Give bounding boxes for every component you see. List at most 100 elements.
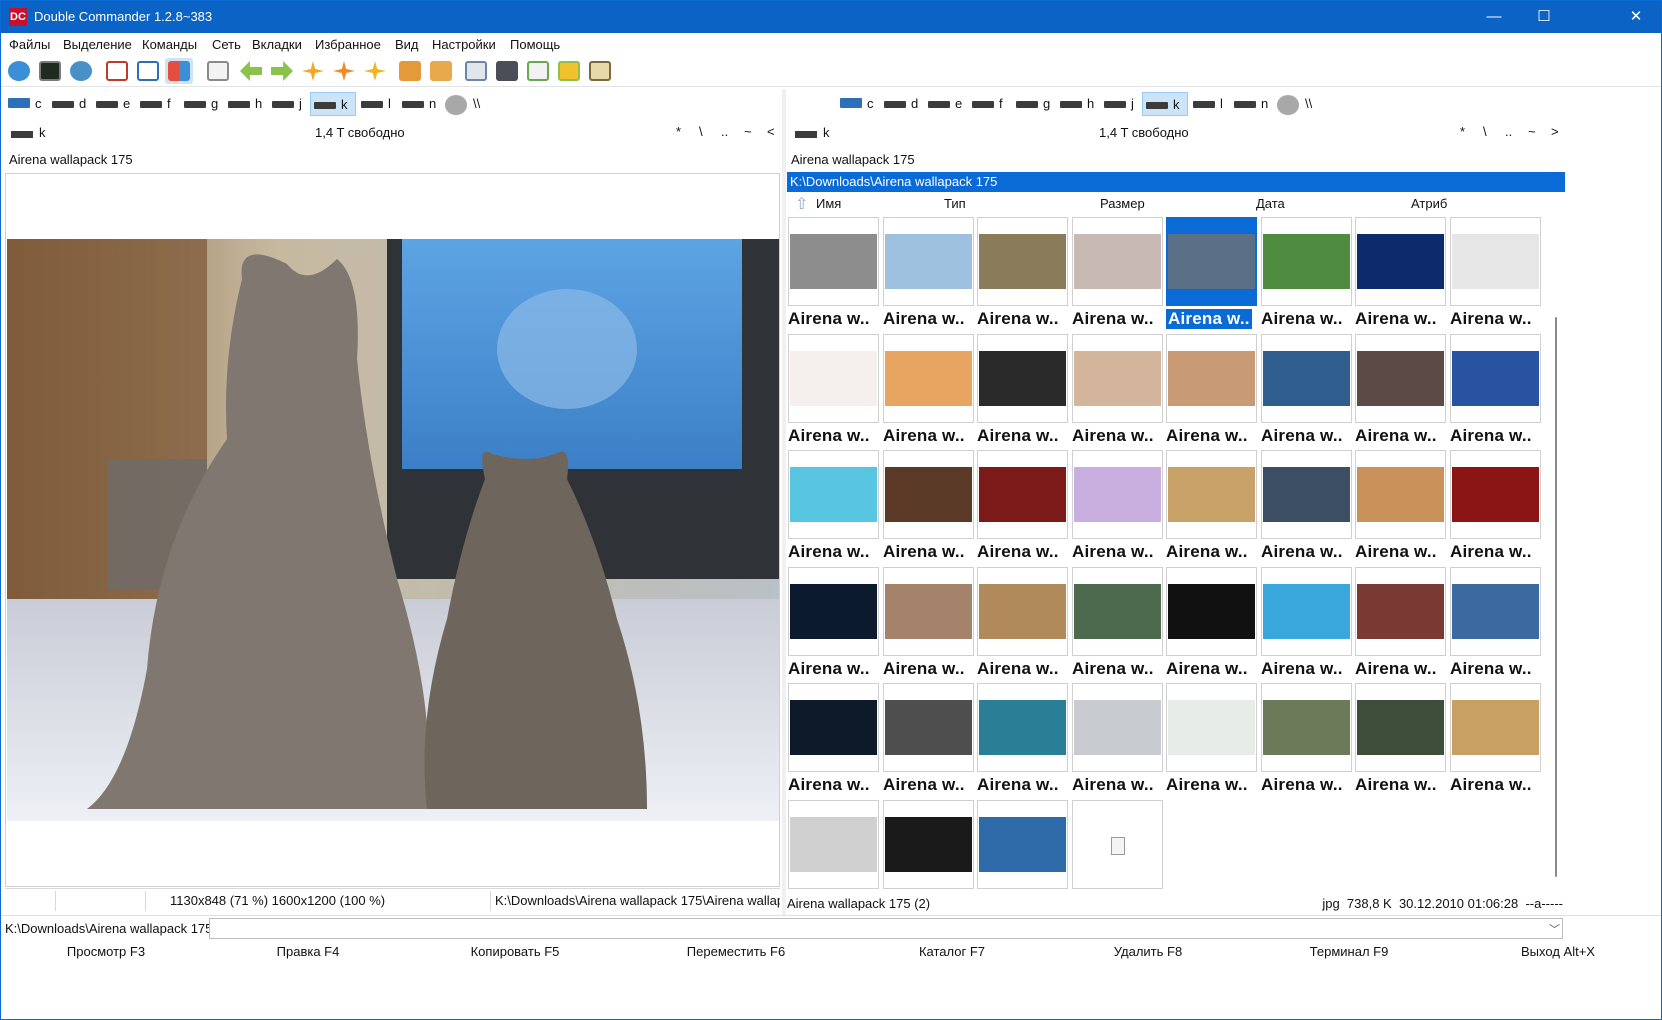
file-thumbnail-item[interactable]: Airena w.. xyxy=(1260,567,1353,683)
file-thumbnail-item[interactable]: Airena w.. xyxy=(882,217,975,333)
mkdir-f7-button[interactable]: Каталог F7 xyxy=(852,944,1052,959)
new-folder-icon[interactable] xyxy=(361,58,389,84)
nav-home-button[interactable]: ~ xyxy=(1528,124,1536,139)
nav-up-button[interactable]: .. xyxy=(721,124,728,139)
refresh-icon[interactable] xyxy=(5,58,33,84)
drive-j[interactable]: j xyxy=(1101,92,1141,116)
current-drive-label[interactable]: k xyxy=(39,125,46,140)
search-icon[interactable] xyxy=(493,58,521,84)
drive-e[interactable]: e xyxy=(93,92,133,116)
view-f3-button[interactable]: Просмотр F3 xyxy=(6,944,206,959)
nav-equal-button[interactable]: < xyxy=(767,124,775,139)
file-thumbnail-item[interactable]: Airena w.. xyxy=(882,450,975,566)
close-button[interactable]: ✕ xyxy=(1611,1,1661,33)
file-thumbnail-item[interactable]: Airena w.. xyxy=(976,450,1069,566)
column-name[interactable]: Имя xyxy=(816,196,841,211)
drive-k[interactable]: k xyxy=(310,92,356,116)
delete-f8-button[interactable]: Удалить F8 xyxy=(1048,944,1248,959)
drive-h[interactable]: h xyxy=(225,92,265,116)
file-thumbnail-item[interactable]: Airena w.. xyxy=(1354,567,1447,683)
file-thumbnail-item[interactable]: Airena w.. xyxy=(1165,334,1258,450)
file-thumbnail-item[interactable]: Airena w.. xyxy=(976,334,1069,450)
right-tab[interactable]: Airena wallapack 175 xyxy=(785,151,921,171)
tree-view-icon[interactable] xyxy=(204,58,232,84)
drive-f[interactable]: f xyxy=(969,92,1009,116)
file-thumbnail-item[interactable]: Airena w.. xyxy=(976,567,1069,683)
file-thumbnail-item[interactable]: Airena w.. xyxy=(882,683,975,799)
file-thumbnail-item[interactable]: Airena w.. xyxy=(787,217,880,333)
copy-right-icon[interactable] xyxy=(268,58,296,84)
vertical-scrollbar[interactable] xyxy=(1549,217,1563,893)
drive-n[interactable]: n xyxy=(399,92,439,116)
menu-files[interactable]: Файлы xyxy=(9,37,50,52)
current-path[interactable]: K:\Downloads\Airena wallapack 175 xyxy=(787,172,1565,192)
drive-d[interactable]: d xyxy=(881,92,921,116)
compare-icon[interactable] xyxy=(555,58,583,84)
file-thumbnail-item[interactable]: Airena w.. xyxy=(787,450,880,566)
file-thumbnail-item[interactable]: Airena w.. xyxy=(1260,334,1353,450)
nav-home-button[interactable]: ~ xyxy=(744,124,752,139)
file-thumbnail-item[interactable]: Airena w.. xyxy=(1354,334,1447,450)
move-f6-button[interactable]: Переместить F6 xyxy=(636,944,836,959)
unpack-icon[interactable] xyxy=(427,58,455,84)
menu-favorites[interactable]: Избранное xyxy=(315,37,381,52)
drive-c[interactable]: c xyxy=(837,92,877,116)
terminal-f9-button[interactable]: Терминал F9 xyxy=(1249,944,1449,959)
menu-commands[interactable]: Команды xyxy=(142,37,197,52)
file-thumbnail-item[interactable]: Airena w.. xyxy=(1449,334,1542,450)
nav-root-list-button[interactable]: * xyxy=(1460,124,1465,139)
menu-tabs[interactable]: Вкладки xyxy=(252,37,302,52)
menu-settings[interactable]: Настройки xyxy=(432,37,496,52)
file-thumbnail-item[interactable]: Airena w.. xyxy=(1260,450,1353,566)
file-thumbnail-item[interactable]: Airena w.. xyxy=(1071,450,1164,566)
chevron-down-icon[interactable]: ﹀ xyxy=(1549,921,1655,937)
nav-root-button[interactable]: \ xyxy=(699,124,703,139)
menu-network[interactable]: Сеть xyxy=(212,37,241,52)
exit-altx-button[interactable]: Выход Alt+X xyxy=(1458,944,1658,959)
drive-l[interactable]: l xyxy=(358,92,398,116)
maximize-button[interactable]: ☐ xyxy=(1519,1,1569,33)
minimize-button[interactable]: — xyxy=(1469,1,1519,33)
file-thumbnail-item[interactable]: Airena w.. xyxy=(1449,567,1542,683)
file-thumbnail-item[interactable]: Airena w.. xyxy=(1071,334,1164,450)
current-drive-label[interactable]: k xyxy=(823,125,830,140)
nav-equal-button[interactable]: > xyxy=(1551,124,1559,139)
drive-l[interactable]: l xyxy=(1190,92,1230,116)
thumbnail-view-icon[interactable] xyxy=(165,58,193,84)
panel-splitter[interactable] xyxy=(782,89,786,915)
column-date[interactable]: Дата xyxy=(1256,196,1285,211)
file-thumbnail-item[interactable]: Airena w.. xyxy=(1165,217,1258,333)
file-thumbnail-item[interactable] xyxy=(787,800,880,893)
file-thumbnail-item[interactable] xyxy=(1071,800,1164,893)
delete-icon[interactable] xyxy=(330,58,358,84)
file-thumbnail-item[interactable]: Airena w.. xyxy=(882,567,975,683)
menu-selection[interactable]: Выделение xyxy=(63,37,132,52)
file-thumbnail-item[interactable]: Airena w.. xyxy=(1260,683,1353,799)
multi-rename-icon[interactable] xyxy=(299,58,327,84)
file-thumbnail-item[interactable] xyxy=(976,800,1069,893)
file-thumbnail-item[interactable]: Airena w.. xyxy=(976,217,1069,333)
options-icon[interactable] xyxy=(67,58,95,84)
drive-network[interactable]: \\ xyxy=(445,92,485,116)
nav-up-button[interactable]: .. xyxy=(1505,124,1512,139)
file-thumbnail-item[interactable]: Airena w.. xyxy=(1165,683,1258,799)
file-thumbnail-item[interactable]: Airena w.. xyxy=(1165,450,1258,566)
drive-network[interactable]: \\ xyxy=(1277,92,1317,116)
file-thumbnail-item[interactable]: Airena w.. xyxy=(1449,217,1542,333)
menu-view[interactable]: Вид xyxy=(395,37,419,52)
edit-f4-button[interactable]: Правка F4 xyxy=(208,944,408,959)
left-tab[interactable]: Airena wallapack 175 xyxy=(3,151,139,171)
drive-c[interactable]: c xyxy=(5,92,45,116)
drive-h[interactable]: h xyxy=(1057,92,1097,116)
file-thumbnail-item[interactable]: Airena w.. xyxy=(787,683,880,799)
file-thumbnail-item[interactable]: Airena w.. xyxy=(1449,683,1542,799)
file-thumbnail-item[interactable]: Airena w.. xyxy=(787,334,880,450)
file-thumbnail-item[interactable]: Airena w.. xyxy=(1354,683,1447,799)
file-thumbnail-item[interactable]: Airena w.. xyxy=(1260,217,1353,333)
copy-f5-button[interactable]: Копировать F5 xyxy=(415,944,615,959)
run-term-icon[interactable] xyxy=(586,58,614,84)
nav-root-button[interactable]: \ xyxy=(1483,124,1487,139)
drive-f[interactable]: f xyxy=(137,92,177,116)
file-thumbnail-item[interactable]: Airena w.. xyxy=(882,334,975,450)
column-attr[interactable]: Атриб xyxy=(1411,196,1447,211)
